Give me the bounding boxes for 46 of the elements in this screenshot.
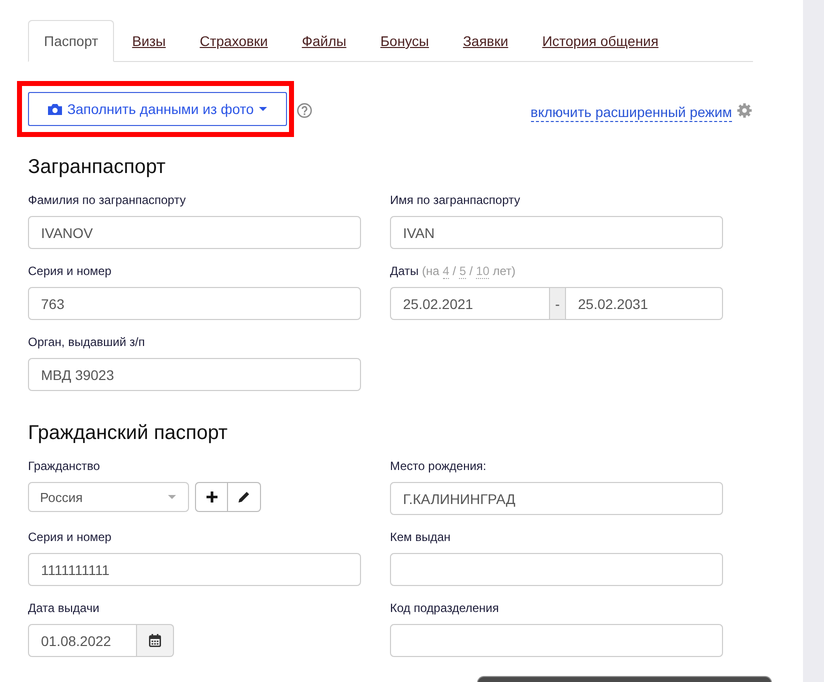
country-select[interactable]: Россия xyxy=(28,482,189,512)
field-label: Серия и номер xyxy=(28,263,112,279)
settings-icon[interactable] xyxy=(737,103,752,118)
caret-icon xyxy=(168,495,176,499)
input-field[interactable]: МВД 39023 xyxy=(28,358,361,391)
input-field[interactable]: 1111111111 xyxy=(28,553,361,586)
tab[interactable]: Файлы xyxy=(286,20,362,62)
input-field[interactable]: IVAN xyxy=(390,216,723,249)
range-separator: - xyxy=(549,287,566,320)
input-field[interactable] xyxy=(390,553,723,586)
input-field[interactable]: 25.02.2021 xyxy=(390,287,549,320)
field-label: Дата выдачи xyxy=(28,600,100,616)
field-label: Место рождения: xyxy=(390,458,486,474)
advanced-mode-link[interactable]: включить расширенный режим xyxy=(530,104,732,122)
section-heading: Загранпаспорт xyxy=(28,155,167,179)
input-field[interactable]: Г.КАЛИНИНГРАД xyxy=(390,482,723,515)
add-button[interactable] xyxy=(195,482,228,512)
tab[interactable]: Заявки xyxy=(446,20,524,62)
field-label: Гражданство xyxy=(28,458,100,474)
edit-button[interactable] xyxy=(228,482,261,512)
field-label: Фамилия по загранпаспорту xyxy=(28,192,186,208)
tab[interactable]: История общения xyxy=(526,20,674,62)
plus-icon xyxy=(206,491,218,503)
calendar-icon xyxy=(149,634,161,647)
field-label: Имя по загранпаспорту xyxy=(390,192,520,208)
input-field[interactable]: IVANOV xyxy=(28,216,361,249)
tab[interactable]: Бонусы xyxy=(364,20,445,62)
input-field[interactable]: 01.08.2022 xyxy=(28,624,137,657)
field-label: Серия и номер xyxy=(28,529,112,545)
input-field[interactable]: 25.02.2031 xyxy=(566,287,723,320)
input-field[interactable] xyxy=(390,624,723,657)
tab[interactable]: Визы xyxy=(116,20,182,62)
fill-from-photo-button[interactable]: Заполнить данными из фото xyxy=(28,92,287,126)
input-field[interactable]: 763 xyxy=(28,287,361,320)
section-heading: Гражданский паспорт xyxy=(28,421,229,445)
calendar-button[interactable] xyxy=(137,624,174,657)
help-icon[interactable] xyxy=(297,102,312,118)
field-label: Даты (на 4 / 5 / 10 лет) xyxy=(390,263,516,279)
field-label: Код подразделения xyxy=(390,600,499,616)
field-label: Орган, выдавший з/п xyxy=(28,334,145,350)
tab[interactable]: Паспорт xyxy=(28,20,114,62)
pencil-icon xyxy=(238,491,250,503)
tab[interactable]: Страховки xyxy=(184,20,284,62)
field-label: Кем выдан xyxy=(390,529,451,545)
caret-icon xyxy=(258,107,267,111)
camera-icon xyxy=(48,103,62,115)
